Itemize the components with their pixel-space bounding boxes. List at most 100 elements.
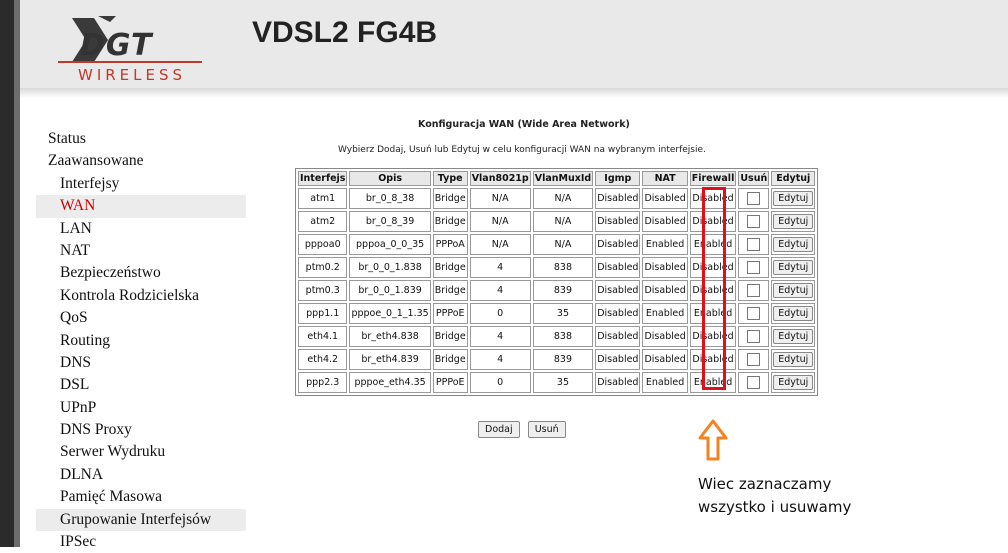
cell-edit: Edytuj [771,349,816,370]
cell-vlan8021p: 0 [469,303,531,324]
cell-remove [738,234,770,255]
sidebar-item-nat[interactable]: NAT [36,240,246,262]
sidebar-item-security[interactable]: Bezpieczeństwo [36,262,246,284]
sidebar-item-dsl[interactable]: DSL [36,374,246,396]
col-header-edit: Edytuj [771,171,816,186]
window-edge [0,0,14,547]
cell-igmp: Disabled [595,188,641,209]
edit-button[interactable]: Edytuj [773,191,814,206]
sidebar-item-dlna[interactable]: DLNA [36,464,246,486]
cell-type: Bridge [432,188,468,209]
remove-button[interactable]: Usuń [527,421,566,438]
cell-interface: atm1 [298,188,348,209]
remove-checkbox[interactable] [747,261,761,274]
edit-button[interactable]: Edytuj [773,352,814,367]
cell-vlanmuxid: N/A [532,188,594,209]
cell-nat: Disabled [642,349,688,370]
cell-remove [738,372,770,393]
cell-igmp: Disabled [595,303,641,324]
edit-button[interactable]: Edytuj [773,306,814,321]
cell-vlanmuxid: 838 [532,326,594,347]
edit-button[interactable]: Edytuj [773,329,814,344]
col-header-vlan8021p: Vlan8021p [469,171,531,186]
col-header-vlanmuxid: VlanMuxId [532,171,594,186]
edit-button[interactable]: Edytuj [773,283,814,298]
remove-checkbox[interactable] [747,353,761,366]
sidebar-item-status[interactable]: Status [36,128,246,150]
cell-description: br_eth4.839 [349,349,431,370]
cell-vlanmuxid: 838 [532,257,594,278]
sidebar-item-upnp[interactable]: UPnP [36,397,246,419]
sidebar-item-routing[interactable]: Routing [36,330,246,352]
sidebar-item-storage[interactable]: Pamięć Masowa [36,486,246,508]
table-row: atm2 br_0_8_39 Bridge N/A N/A Disabled Disable… [298,211,816,232]
remove-checkbox[interactable] [747,307,761,320]
cell-nat: Enabled [642,372,688,393]
cell-edit: Edytuj [771,188,816,209]
action-buttons: Dodaj Usuń [478,417,569,438]
cell-description: br_0_8_39 [349,211,431,232]
annotation-text: Wiec zaznaczamy wszystko i usuwamy [698,473,851,519]
cell-interface: pppoa0 [298,234,348,255]
add-button[interactable]: Dodaj [478,421,520,438]
col-header-interface: Interfejs [298,171,348,186]
logo-subtext: WIRELESS [78,66,187,84]
cell-type: PPPoA [432,234,468,255]
edit-button[interactable]: Edytuj [773,375,814,390]
cell-type: PPPoE [432,372,468,393]
remove-checkbox[interactable] [747,238,761,251]
cell-igmp: Disabled [595,257,641,278]
remove-checkbox[interactable] [747,376,761,389]
cell-type: Bridge [432,257,468,278]
cell-remove [738,211,770,232]
cell-vlan8021p: N/A [469,211,531,232]
cell-vlanmuxid: N/A [532,234,594,255]
sidebar-item-advanced[interactable]: Zaawansowane [36,150,246,172]
sidebar-item-lan[interactable]: LAN [36,218,246,240]
remove-checkbox[interactable] [747,192,761,205]
section-description: Wybierz Dodaj, Usuń lub Edytuj w celu ko… [338,145,706,155]
annotation-line-1: Wiec zaznaczamy [698,475,832,493]
cell-vlan8021p: 4 [469,280,531,301]
cell-nat: Disabled [642,188,688,209]
header-shadow [20,88,1008,98]
sidebar-item-dns-proxy[interactable]: DNS Proxy [36,419,246,441]
col-header-description: Opis [349,171,431,186]
sidebar-item-wan[interactable]: WAN [36,195,246,218]
table-row: eth4.1 br_eth4.838 Bridge 4 838 Disabled Disab… [298,326,816,347]
cell-igmp: Disabled [595,326,641,347]
cell-interface: ppp2.3 [298,372,348,393]
sidebar-item-interfaces[interactable]: Interfejsy [36,173,246,195]
remove-checkbox[interactable] [747,284,761,297]
col-header-firewall: Firewall [689,171,737,186]
remove-checkbox[interactable] [747,330,761,343]
edit-button[interactable]: Edytuj [773,237,814,252]
cell-description: br_eth4.838 [349,326,431,347]
sidebar-item-print-server[interactable]: Serwer Wydruku [36,441,246,463]
cell-igmp: Disabled [595,211,641,232]
cell-vlanmuxid: N/A [532,211,594,232]
cell-type: PPPoE [432,303,468,324]
cell-edit: Edytuj [771,257,816,278]
sidebar-item-dns[interactable]: DNS [36,352,246,374]
section-title: Konfiguracja WAN (Wide Area Network) [418,119,630,130]
cell-interface: ppp1.1 [298,303,348,324]
remove-checkbox[interactable] [747,215,761,228]
edit-button[interactable]: Edytuj [773,260,814,275]
cell-edit: Edytuj [771,280,816,301]
cell-type: Bridge [432,349,468,370]
wan-table: Interfejs Opis Type Vlan8021p VlanMuxId … [295,168,819,396]
col-header-type: Type [432,171,468,186]
arrow-up-icon [698,419,728,461]
sidebar-item-interface-grouping[interactable]: Grupowanie Interfejsów [36,508,246,532]
sidebar-item-parental-control[interactable]: Kontrola Rodzicielska [36,285,246,307]
cell-remove [738,326,770,347]
page-title: VDSL2 FG4B [252,16,438,49]
col-header-remove: Usuń [738,171,770,186]
sidebar-item-ipsec[interactable]: IPSec [36,531,246,553]
sidebar-item-qos[interactable]: QoS [36,307,246,329]
cell-vlan8021p: N/A [469,234,531,255]
table-header-row: Interfejs Opis Type Vlan8021p VlanMuxId … [298,171,816,186]
cell-vlan8021p: 4 [469,257,531,278]
edit-button[interactable]: Edytuj [773,214,814,229]
